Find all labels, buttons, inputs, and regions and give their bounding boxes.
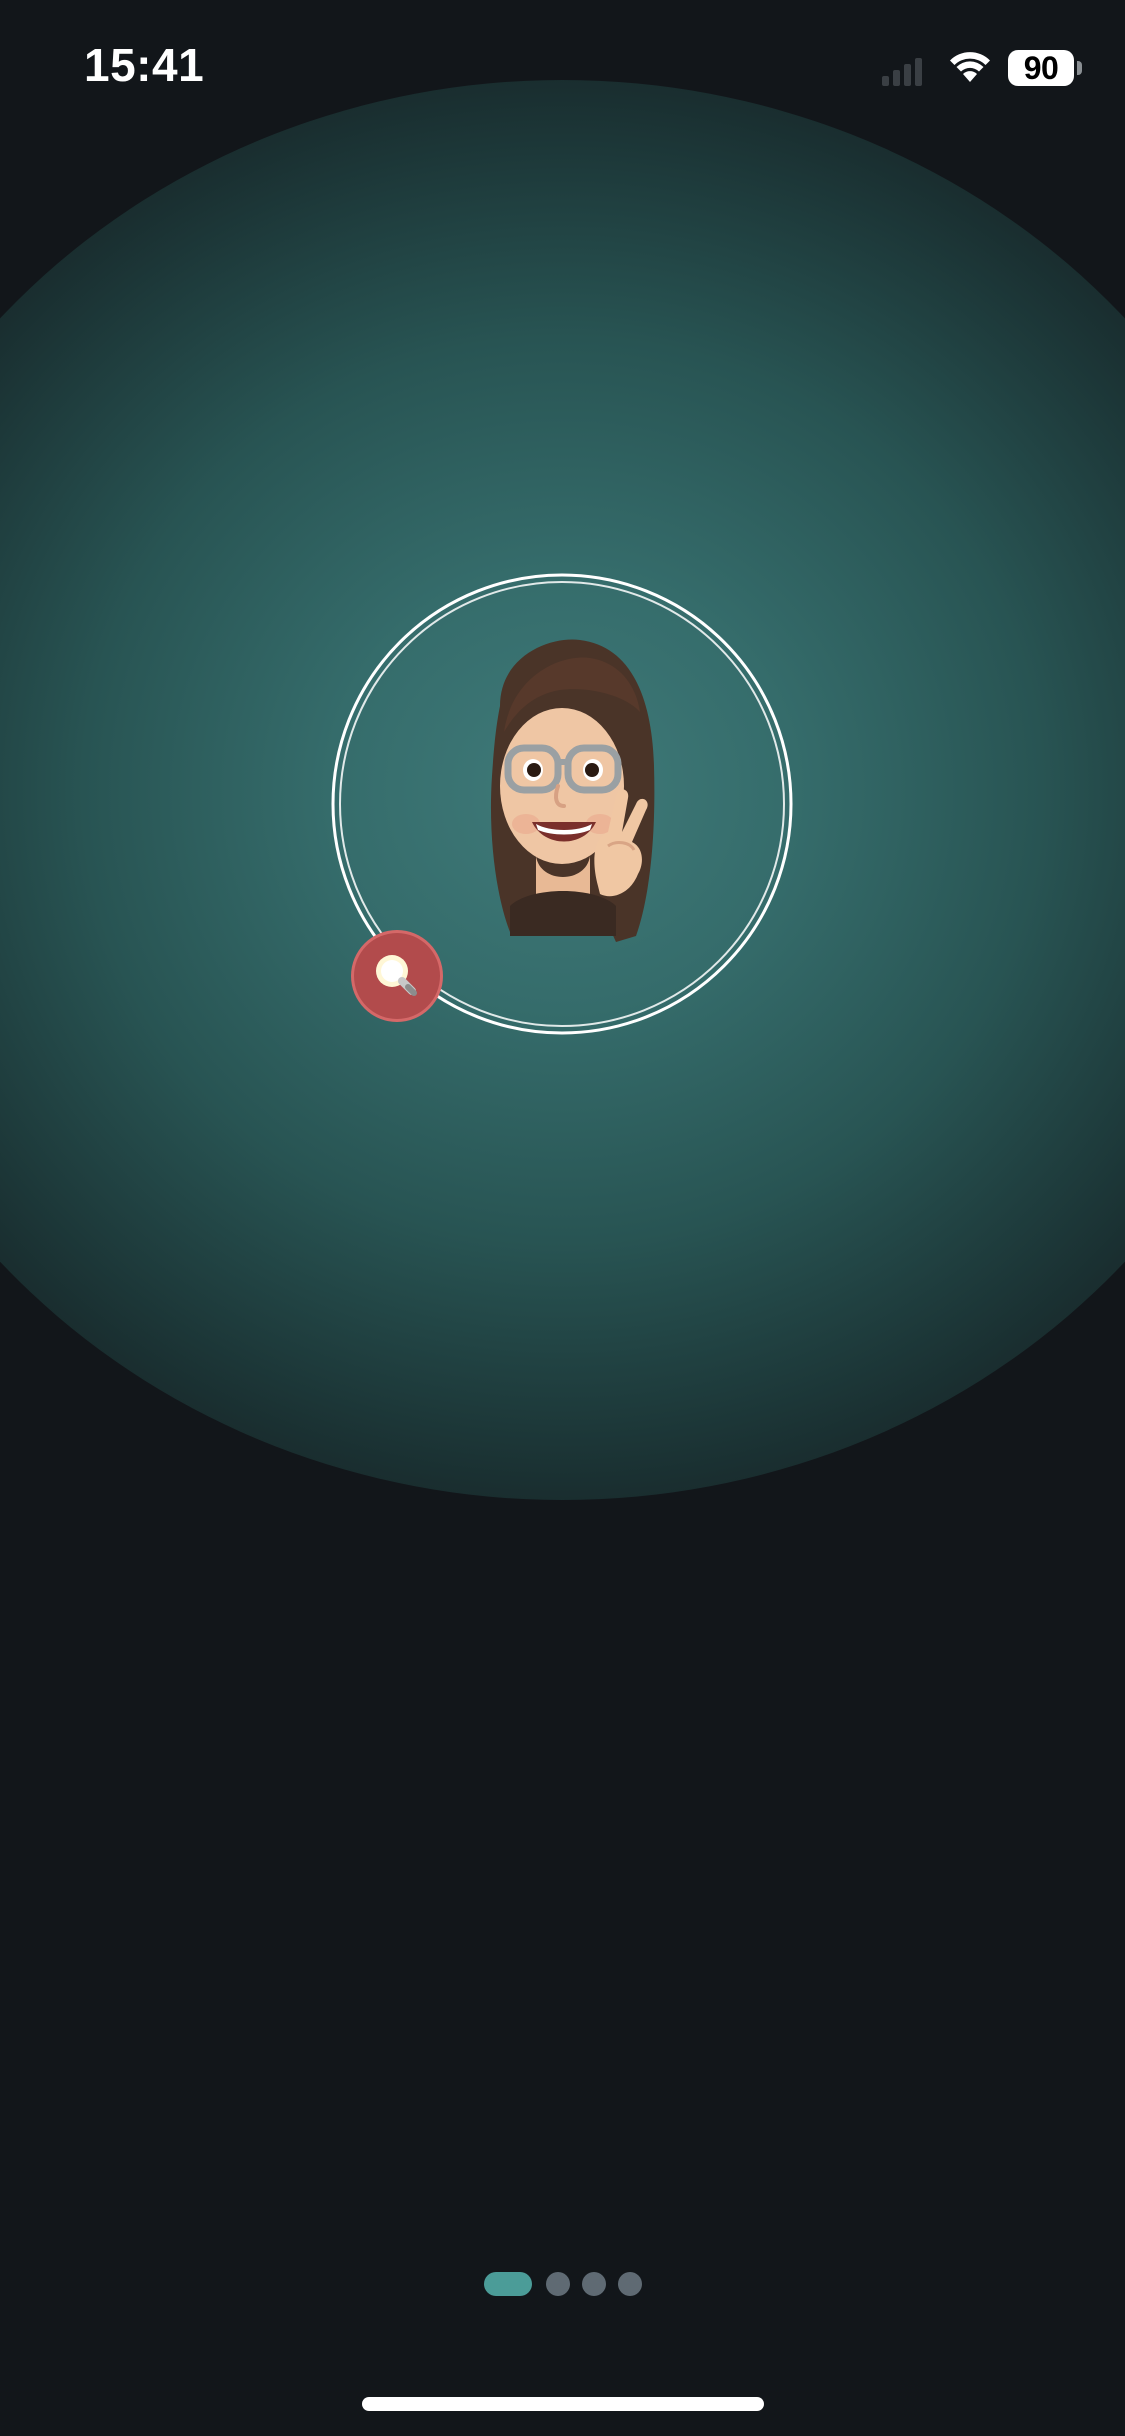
battery-level: 90: [1023, 50, 1059, 86]
page-dot-3[interactable]: [582, 2272, 606, 2296]
lightbulb-badge[interactable]: [351, 930, 443, 1022]
battery-cap: [1077, 61, 1082, 75]
home-indicator[interactable]: [362, 2397, 764, 2411]
memoji-avatar-icon[interactable]: [440, 636, 680, 956]
page-dot-2[interactable]: [546, 2272, 570, 2296]
onboarding-screen: 15:41 90: [0, 0, 1125, 2436]
page-dot-4[interactable]: [618, 2272, 642, 2296]
status-time: 15:41: [84, 39, 205, 91]
battery-icon: 90: [1008, 50, 1074, 86]
wifi-icon: [946, 48, 994, 84]
page-dot-1[interactable]: [484, 2272, 532, 2296]
cellular-signal-icon: [882, 56, 928, 86]
lightbulb-icon: [376, 955, 417, 996]
